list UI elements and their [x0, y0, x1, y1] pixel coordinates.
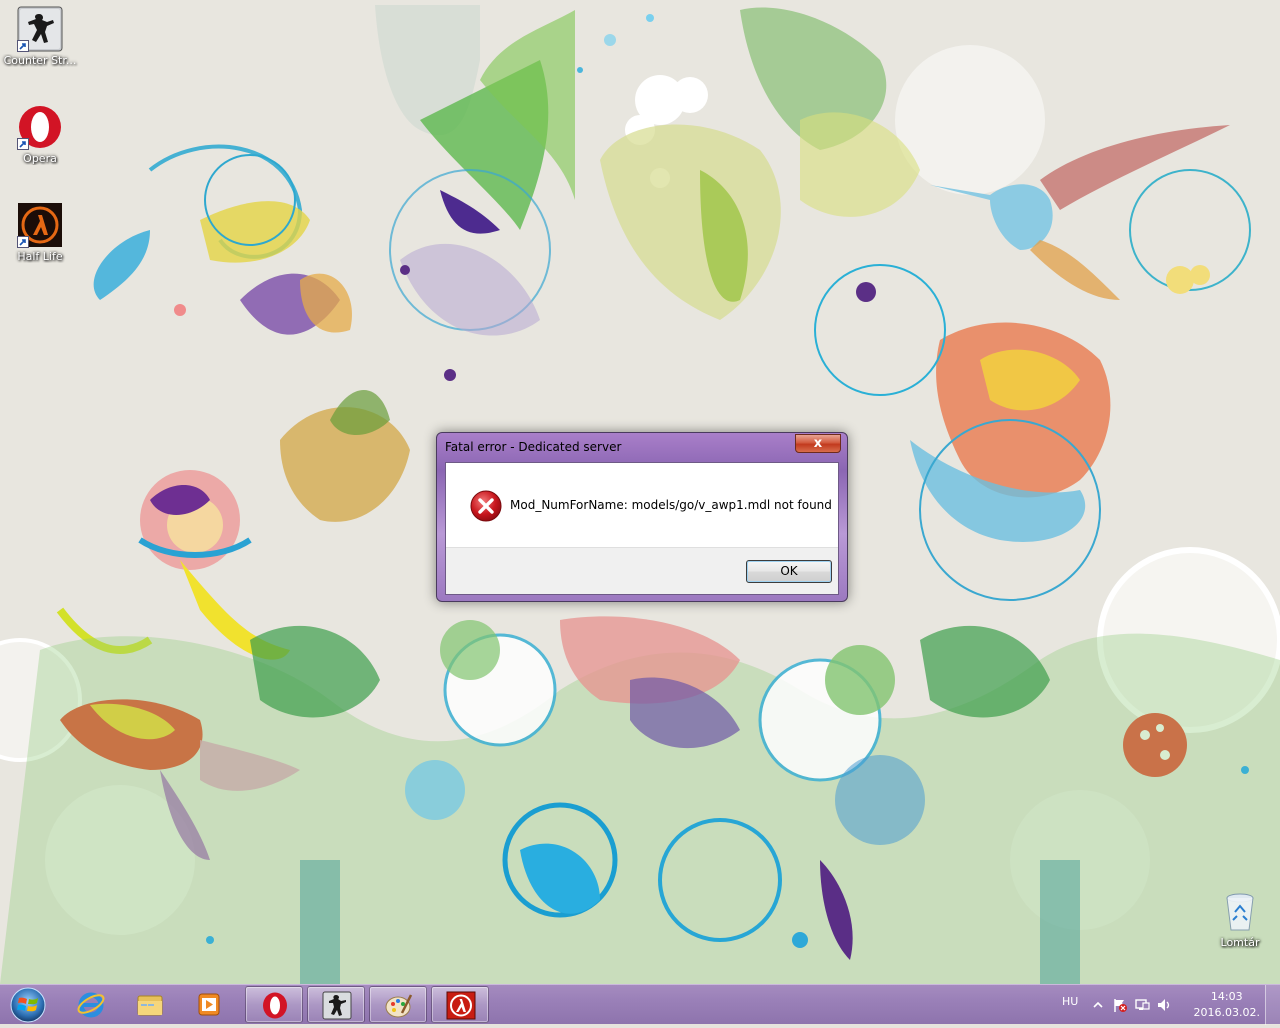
desktop-icon-counter-strike[interactable]: Counter Str... [0, 6, 80, 67]
taskbar: HU 14:03 2016.03.02. [0, 984, 1280, 1025]
desktop[interactable]: Counter Str... Opera Half Life Lomtár Fa… [0, 0, 1280, 984]
internet-explorer-icon [77, 992, 105, 1018]
desktop-icon-half-life[interactable]: Half Life [0, 202, 80, 263]
fatal-error-dialog[interactable]: Fatal error - Dedicated server x Mod_Num… [436, 432, 848, 602]
show-desktop-button[interactable] [1265, 985, 1280, 1025]
half-life-icon [446, 991, 476, 1020]
desktop-icon-label: Opera [23, 152, 57, 165]
windows-logo-icon [10, 987, 46, 1023]
half-life-icon [17, 202, 63, 248]
taskbar-media-player[interactable] [180, 986, 238, 1023]
desktop-icon-recycle-bin[interactable]: Lomtár [1200, 888, 1280, 949]
language-indicator[interactable]: HU [1062, 995, 1078, 1008]
taskbar-paint[interactable] [369, 986, 427, 1023]
taskbar-internet-explorer[interactable] [62, 986, 120, 1023]
shortcut-arrow-icon [17, 138, 29, 150]
opera-icon [17, 104, 63, 150]
desktop-icon-label: Counter Str... [3, 54, 77, 67]
action-center-flag-icon[interactable] [1112, 997, 1128, 1013]
show-hidden-icons-icon[interactable] [1090, 997, 1106, 1013]
error-icon [470, 490, 502, 522]
message-area: Mod_NumForName: models/go/v_awp1.mdl not… [446, 463, 838, 547]
error-message: Mod_NumForName: models/go/v_awp1.mdl not… [510, 498, 832, 512]
counter-strike-icon [17, 6, 63, 52]
taskbar-half-life[interactable] [431, 986, 489, 1023]
clock[interactable]: 14:03 2016.03.02. [1194, 989, 1260, 1021]
start-button[interactable] [2, 986, 54, 1024]
recycle-bin-icon [1217, 888, 1263, 934]
taskbar-windows-explorer[interactable] [121, 986, 179, 1023]
desktop-icon-opera[interactable]: Opera [0, 104, 80, 165]
folder-icon [137, 995, 163, 1016]
volume-icon[interactable] [1156, 997, 1172, 1013]
dialog-title: Fatal error - Dedicated server [445, 440, 622, 454]
system-tray: HU 14:03 2016.03.02. [1050, 985, 1280, 1025]
clock-time: 14:03 [1210, 990, 1243, 1003]
desktop-icon-label: Half Life [17, 250, 63, 263]
desktop-icon-label: Lomtár [1220, 936, 1260, 949]
close-button[interactable]: x [795, 434, 841, 453]
close-icon: x [813, 436, 823, 451]
taskbar-counter-strike[interactable] [307, 986, 365, 1023]
shortcut-arrow-icon [17, 40, 29, 52]
paint-icon [385, 994, 413, 1018]
dialog-body: Mod_NumForName: models/go/v_awp1.mdl not… [445, 462, 839, 595]
button-area: OK [446, 547, 838, 594]
shortcut-arrow-icon [17, 236, 29, 248]
ok-button[interactable]: OK [746, 560, 832, 583]
media-player-icon [198, 993, 220, 1016]
counter-strike-icon [322, 991, 352, 1020]
clock-date: 2016.03.02. [1193, 1006, 1260, 1019]
opera-icon [263, 992, 287, 1019]
network-icon[interactable] [1134, 997, 1150, 1013]
taskbar-opera[interactable] [245, 986, 303, 1023]
